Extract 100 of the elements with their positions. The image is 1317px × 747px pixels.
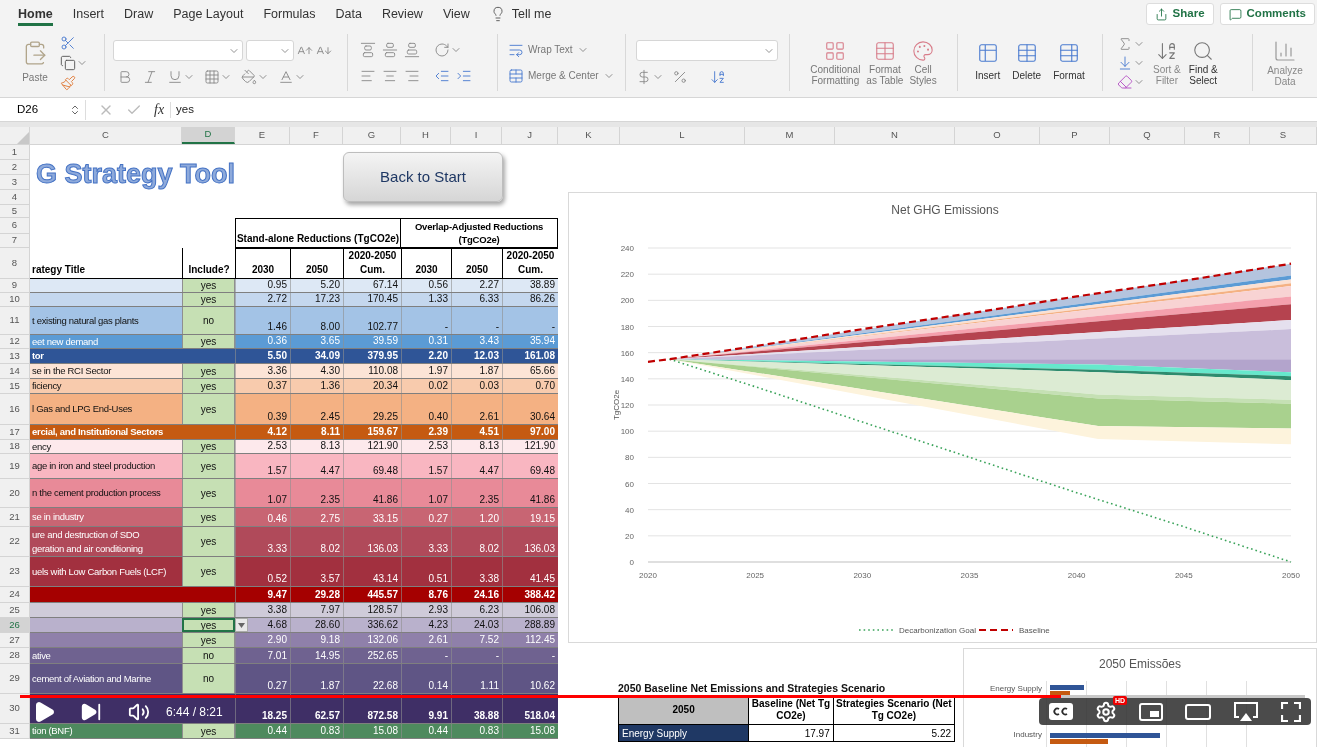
align-bottom-icon[interactable] <box>404 41 420 58</box>
eraser-icon[interactable] <box>1117 73 1133 90</box>
ribbon-tab[interactable]: View <box>442 2 470 26</box>
include-cell[interactable]: yes <box>182 633 235 647</box>
fullscreen-button[interactable] <box>1281 701 1301 722</box>
font-size-dropdown[interactable] <box>246 40 294 61</box>
table-cell: 2.72 <box>235 293 290 306</box>
include-cell[interactable]: yes <box>182 335 235 348</box>
currency-icon[interactable] <box>636 69 652 85</box>
fill-color-icon[interactable] <box>241 69 257 85</box>
bold-icon[interactable] <box>117 69 133 85</box>
formula-input[interactable]: yes <box>176 100 194 119</box>
include-cell[interactable]: yes <box>182 279 235 292</box>
include-cell[interactable]: yes <box>182 479 235 507</box>
table-cell: 2.27 <box>451 279 502 292</box>
settings-button[interactable] <box>1095 700 1117 723</box>
align-top-icon[interactable] <box>360 41 376 58</box>
column-header[interactable]: O <box>955 127 1040 144</box>
include-cell[interactable]: yes <box>182 603 235 617</box>
italic-icon[interactable] <box>142 69 158 85</box>
borders-icon[interactable] <box>204 69 220 85</box>
column-header[interactable]: P <box>1040 127 1110 144</box>
theater-button[interactable] <box>1185 703 1211 720</box>
orientation-icon[interactable] <box>434 41 450 58</box>
column-header[interactable]: H <box>401 127 451 144</box>
underline-icon[interactable] <box>167 69 183 85</box>
sum-icon[interactable] <box>1117 35 1133 52</box>
wrap-text-button[interactable]: Wrap Text <box>508 41 625 58</box>
table-cell: 445.57 <box>343 587 401 602</box>
column-header[interactable]: E <box>235 127 290 144</box>
airplay-button[interactable] <box>1233 701 1259 722</box>
cells-button[interactable]: Format <box>1053 42 1085 83</box>
styles-button[interactable]: Conditional Formatting <box>810 39 861 86</box>
include-cell[interactable]: no <box>182 664 235 693</box>
cells-button[interactable]: Delete <box>1012 42 1042 83</box>
include-cell[interactable]: yes <box>182 724 235 738</box>
table-cell: 0.37 <box>235 379 290 393</box>
column-header[interactable]: M <box>745 127 835 144</box>
include-cell[interactable]: yes <box>182 508 235 526</box>
row-header: 24 <box>0 587 30 603</box>
back-to-start-button[interactable]: Back to Start <box>343 152 503 202</box>
ribbon-tab[interactable]: Page Layout <box>173 2 244 26</box>
editing-button[interactable]: Find & Select <box>1188 39 1218 86</box>
styles-button[interactable]: Cell Styles <box>909 39 937 86</box>
column-header[interactable]: N <box>835 127 955 144</box>
include-cell[interactable]: yes <box>182 557 235 586</box>
align-middle-icon[interactable] <box>382 41 398 58</box>
include-cell[interactable]: yes <box>182 293 235 306</box>
name-box[interactable]: D26 <box>8 99 86 120</box>
ribbon-tab[interactable]: Draw <box>124 2 154 26</box>
cells-button[interactable]: Insert <box>975 42 1001 83</box>
styles-button[interactable]: Format as Table <box>866 39 904 86</box>
include-cell[interactable]: yes <box>182 454 235 478</box>
column-header[interactable]: D <box>182 127 235 144</box>
column-header[interactable]: K <box>558 127 620 144</box>
table-cell: 1.97 <box>401 364 451 378</box>
font-color-icon[interactable] <box>278 69 294 85</box>
font-name-dropdown[interactable] <box>113 40 243 61</box>
ribbon-tab[interactable]: Home <box>18 2 53 26</box>
include-cell[interactable]: yes <box>182 527 235 556</box>
include-cell[interactable]: yes <box>182 364 235 378</box>
ribbon-tab[interactable]: Insert <box>72 2 104 26</box>
insert-function-button[interactable]: fx <box>154 99 165 120</box>
include-cell[interactable]: no <box>182 307 235 334</box>
copy-icon[interactable] <box>60 54 76 71</box>
ribbon-tab[interactable]: Review <box>381 2 423 26</box>
scissors-icon[interactable] <box>60 34 76 51</box>
column-header[interactable]: F <box>290 127 343 144</box>
column-header[interactable]: J <box>502 127 558 144</box>
column-header[interactable]: I <box>451 127 502 144</box>
miniplayer-button[interactable] <box>1139 702 1163 721</box>
share-button[interactable]: Share <box>1145 3 1214 25</box>
ribbon-tab[interactable]: Formulas <box>263 2 316 26</box>
include-cell[interactable]: no <box>182 648 235 663</box>
captions-button[interactable] <box>1049 703 1073 720</box>
tell-me-search[interactable]: Tell me <box>489 2 552 26</box>
table-cell: 0.03 <box>451 379 502 393</box>
number-format-dropdown[interactable] <box>636 40 778 61</box>
column-header: Include? <box>182 248 235 278</box>
column-header[interactable]: Q <box>1110 127 1185 144</box>
include-cell[interactable]: yes <box>182 394 235 424</box>
include-cell[interactable]: yes <box>182 379 235 393</box>
dropdown-button[interactable] <box>235 618 248 632</box>
table-cell: l Gas and LPG End-Uses <box>32 402 133 416</box>
comments-button[interactable]: Comments <box>1219 3 1315 25</box>
column-header[interactable]: S <box>1250 127 1317 144</box>
column-header[interactable]: L <box>620 127 745 144</box>
column-header[interactable]: G <box>343 127 401 144</box>
progress-track[interactable] <box>20 695 1305 698</box>
comment-icon <box>1228 7 1242 21</box>
format-painter-icon[interactable] <box>60 74 76 91</box>
fill-down-icon[interactable] <box>1117 54 1133 71</box>
include-cell[interactable]: yes <box>182 440 235 453</box>
column-header[interactable]: R <box>1185 127 1250 144</box>
paste-button[interactable]: Paste <box>22 40 48 85</box>
table-cell: 102.77 <box>343 307 401 334</box>
table-cell: ative <box>32 648 51 663</box>
ribbon-tab[interactable]: Data <box>335 2 362 26</box>
merge-center-button[interactable]: Merge & Center <box>508 67 625 84</box>
percent-icon[interactable] <box>672 69 688 85</box>
